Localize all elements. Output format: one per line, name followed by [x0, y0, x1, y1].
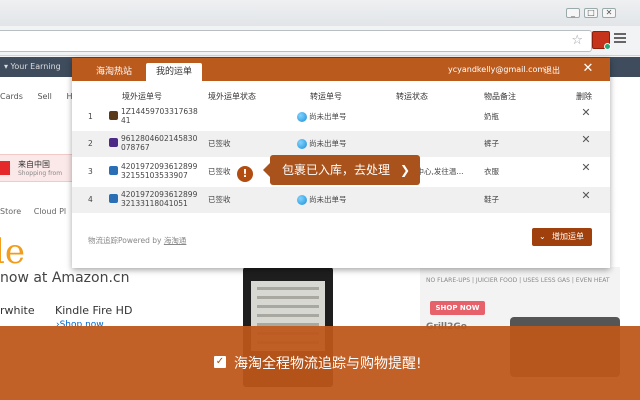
item-note: 裤子	[484, 139, 499, 148]
link-sell[interactable]: Sell	[37, 92, 51, 101]
item-note: 鞋子	[484, 195, 499, 204]
col-tracking: 境外运单号	[122, 92, 162, 101]
transfer-globe-icon	[297, 195, 307, 205]
powered-text: 物流追踪Powered by	[88, 236, 164, 245]
add-order-button[interactable]: ⌄ 增加运单	[532, 228, 592, 246]
tracking-status: 已签收	[208, 167, 231, 176]
warning-icon[interactable]: !	[237, 166, 253, 182]
checkbox-icon: ✓	[214, 356, 226, 368]
powered-by: 物流追踪Powered by 海淘通	[88, 235, 186, 246]
delete-icon[interactable]: ✕	[580, 162, 592, 173]
tab-hot-sites[interactable]: 海淘热站	[86, 63, 142, 81]
transfer-globe-icon	[297, 112, 307, 122]
table-row: 2 9612804602145830078767 已签收 尚未出单号 裤子 ✕	[72, 131, 610, 157]
banner-text: 海淘全程物流追踪与购物提醒!	[234, 356, 422, 372]
row-number: 2	[88, 139, 93, 148]
cloud-link[interactable]: Cloud Pl	[34, 207, 66, 216]
row-number: 4	[88, 195, 93, 204]
extension-badge	[604, 43, 611, 50]
delete-icon[interactable]: ✕	[580, 134, 592, 145]
tracking-number[interactable]: 420197209361289932155103533907	[121, 162, 201, 180]
package-tooltip[interactable]: 包裹已入库，去处理 ❯	[263, 155, 420, 185]
tracking-status: 已签收	[208, 195, 231, 204]
powered-link[interactable]: 海淘通	[164, 236, 187, 245]
chevron-right-icon: ❯	[399, 163, 410, 177]
col-delete: 删除	[576, 92, 592, 101]
store-link[interactable]: Store	[0, 207, 21, 216]
china-banner-line2: Shopping from	[18, 170, 63, 177]
carrier-icon	[109, 111, 118, 120]
popup-header: 海淘热站 我的运单 ycyandkelly@gmail.com 退出 ✕	[72, 58, 610, 81]
ad-tagline: NO FLARE-UPS | JUICIER FOOD | USES LESS …	[426, 277, 610, 284]
promo-banner: ✓ 海淘全程物流追踪与购物提醒!	[0, 326, 640, 400]
row-number: 1	[88, 112, 93, 121]
browser-titlebar: _ □ ✕	[0, 0, 640, 26]
add-order-label: 增加运单	[552, 232, 584, 241]
tooltip-text: 包裹已入库，去处理	[282, 163, 391, 177]
tab-my-orders[interactable]: 我的运单	[146, 63, 203, 81]
promo-big-text: le	[0, 232, 25, 272]
delete-icon[interactable]: ✕	[580, 107, 592, 118]
col-status: 境外运单状态	[208, 92, 256, 101]
user-email: ycyandkelly@gmail.com	[448, 65, 546, 74]
star-icon[interactable]: ☆	[571, 34, 583, 48]
extension-icon[interactable]	[592, 31, 611, 50]
china-banner[interactable]: 来自中国 Shopping from	[0, 154, 72, 182]
maximize-button[interactable]: □	[584, 8, 598, 18]
nav-text[interactable]: ▾ Your Earning	[4, 62, 61, 71]
carrier-icon	[109, 138, 118, 147]
delete-icon[interactable]: ✕	[580, 190, 592, 201]
transfer-number: 尚未出单号	[309, 139, 347, 148]
tracking-number[interactable]: 420197209361289932133118041051	[121, 190, 201, 208]
address-bar[interactable]: ☆	[0, 30, 592, 52]
carrier-icon	[109, 194, 118, 203]
product-label-left: rwhite	[0, 304, 35, 317]
tracking-status: 已签收	[208, 139, 231, 148]
col-transfer-status: 转运状态	[396, 92, 428, 101]
carrier-icon	[109, 166, 118, 175]
chevron-down-icon: ⌄	[539, 232, 546, 241]
china-banner-line1: 来自中国	[18, 160, 50, 169]
table-row: 1 1Z1445970331763841 尚未出单号 奶瓶 ✕	[72, 104, 610, 130]
browser-toolbar: ☆	[0, 26, 640, 56]
close-icon[interactable]: ✕	[580, 61, 596, 77]
tracking-number[interactable]: 9612804602145830078767	[121, 134, 201, 152]
promo-amazon-text: now at Amazon.cn	[0, 270, 130, 286]
tracking-number[interactable]: 1Z1445970331763841	[121, 107, 201, 125]
transfer-globe-icon	[297, 139, 307, 149]
store-links: Store Cloud Pl	[0, 207, 76, 216]
china-flag-icon	[0, 161, 10, 175]
col-transfer: 转运单号	[310, 92, 342, 101]
table-row: 4 420197209361289932133118041051 已签收 尚未出单号 鞋…	[72, 187, 610, 213]
item-note: 奶瓶	[484, 112, 499, 121]
item-note: 衣服	[484, 167, 499, 176]
logout-link[interactable]: 退出	[544, 65, 560, 76]
row-number: 3	[88, 167, 93, 176]
minimize-button[interactable]: _	[566, 8, 580, 18]
close-window-button[interactable]: ✕	[602, 8, 616, 18]
product-label-kindle[interactable]: Kindle Fire HD	[55, 304, 132, 317]
transfer-number: 尚未出单号	[309, 112, 347, 121]
link-cards[interactable]: Cards	[0, 92, 23, 101]
ad-shop-now-button[interactable]: SHOP NOW	[430, 301, 485, 315]
menu-icon[interactable]	[614, 33, 626, 45]
transfer-number: 尚未出单号	[309, 195, 347, 204]
col-note: 物品备注	[484, 92, 516, 101]
